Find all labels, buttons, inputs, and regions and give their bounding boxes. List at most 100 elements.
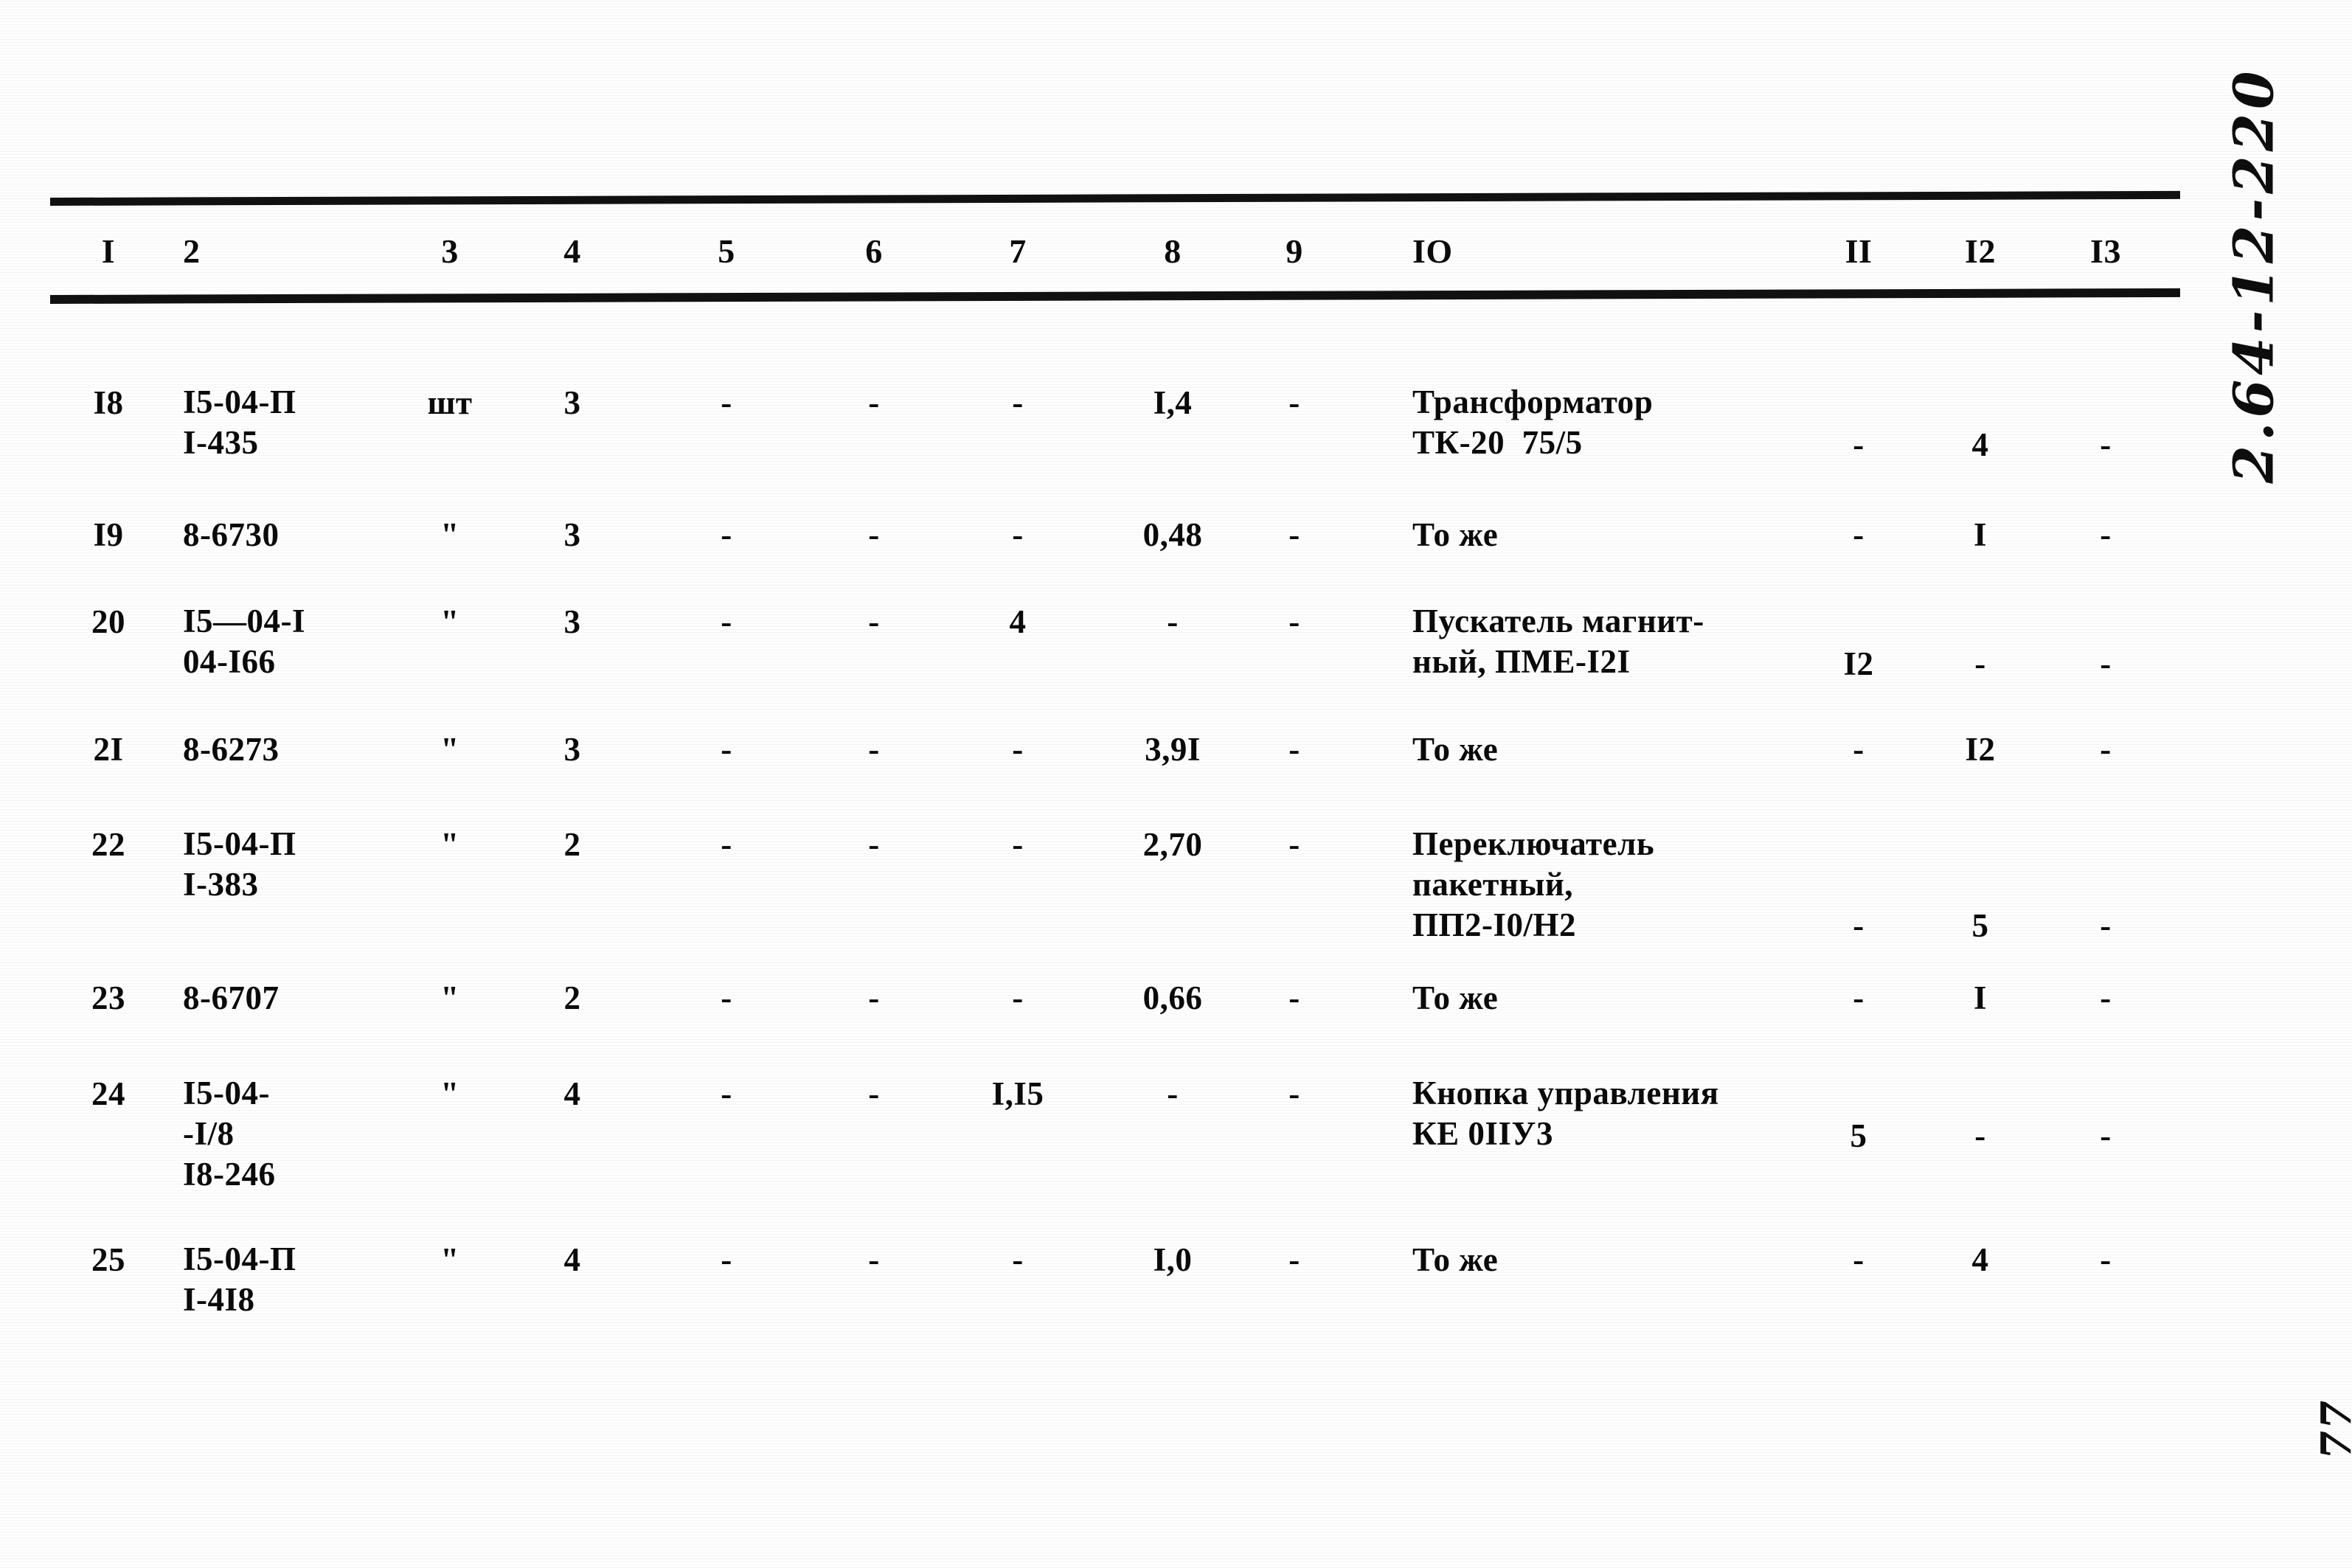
value-column-7: - [1012, 826, 1024, 863]
value-column-6: - [868, 603, 880, 640]
value-column-8: - [1167, 603, 1179, 640]
value-column-12: I [1973, 979, 1987, 1016]
column-header-8: 8 [1164, 232, 1182, 270]
value-column-12: 5 [1971, 907, 1989, 944]
unit-of-measure: " [440, 1075, 459, 1112]
value-column-12: I2 [1965, 731, 1996, 768]
value-column-8: 2,70 [1142, 826, 1203, 863]
row-number: 24 [91, 1075, 125, 1112]
part-code: 8-6707 [183, 979, 280, 1016]
quantity: 3 [563, 516, 581, 553]
value-column-9: - [1288, 979, 1300, 1016]
value-column-5: - [721, 979, 732, 1016]
handwritten-margin-code: 2.64-12-220 [2222, 66, 2286, 484]
value-column-13: - [2100, 516, 2112, 553]
part-description: Пускатель магнит- ный, ПМЕ-I2I [1412, 603, 1704, 680]
value-column-6: - [868, 384, 880, 421]
column-header-10: IO [1412, 232, 1453, 270]
value-column-6: - [868, 979, 880, 1016]
value-column-7: 4 [1009, 603, 1027, 640]
part-code: 8-6273 [183, 731, 280, 768]
row-number: 22 [91, 826, 125, 863]
value-column-13: - [2100, 979, 2112, 1016]
quantity: 4 [563, 1241, 581, 1278]
value-column-9: - [1288, 384, 1300, 421]
value-column-8: 0,66 [1142, 979, 1203, 1016]
row-number: I9 [93, 516, 124, 553]
column-header-13: I3 [2090, 232, 2121, 270]
value-column-6: - [868, 826, 880, 863]
value-column-6: - [868, 1075, 880, 1112]
unit-of-measure: " [440, 979, 459, 1016]
table-header-separator-rule [49, 288, 2181, 304]
column-header-1: I [101, 232, 116, 270]
value-column-8: 3,9I [1145, 731, 1201, 768]
value-column-6: - [868, 516, 880, 553]
row-number: 2I [93, 731, 124, 768]
value-column-11: - [1853, 907, 1864, 944]
value-column-9: - [1288, 826, 1300, 863]
value-column-12: I [1973, 516, 1987, 553]
unit-of-measure: " [440, 1241, 459, 1278]
column-header-12: I2 [1965, 232, 1996, 270]
unit-of-measure: " [440, 603, 459, 640]
part-code: I5-04-П I-383 [183, 825, 296, 903]
value-column-11: - [1853, 426, 1864, 463]
value-column-5: - [721, 826, 732, 863]
part-description: То же [1412, 516, 1499, 553]
value-column-5: - [721, 516, 732, 553]
value-column-5: - [721, 384, 732, 421]
value-column-11: - [1853, 516, 1864, 553]
value-column-9: - [1288, 603, 1300, 640]
unit-of-measure: " [440, 731, 459, 768]
value-column-12: 4 [1971, 1241, 1989, 1278]
row-number: 23 [91, 979, 125, 1016]
quantity: 4 [563, 1075, 581, 1112]
table-top-rule [49, 190, 2181, 206]
quantity: 3 [563, 384, 581, 421]
value-column-11: - [1853, 731, 1864, 768]
scanned-document-page: I 2 3 4 5 6 7 8 9 IO II I2 I3 I8 I5-04-П… [0, 0, 2352, 1568]
value-column-5: - [721, 1075, 732, 1112]
value-column-9: - [1288, 1075, 1300, 1112]
column-header-3: 3 [441, 232, 459, 270]
quantity: 3 [563, 731, 581, 768]
part-description: То же [1412, 1241, 1499, 1278]
part-code: I5-04-П I-435 [183, 384, 296, 461]
value-column-7: - [1012, 1241, 1024, 1278]
part-description: То же [1412, 731, 1499, 768]
quantity: 3 [563, 603, 581, 640]
value-column-12: - [1974, 1117, 1986, 1154]
value-column-13: - [2100, 426, 2112, 463]
value-column-5: - [721, 603, 732, 640]
quantity: 2 [563, 826, 581, 863]
page-number: 77 [2312, 1399, 2352, 1460]
value-column-9: - [1288, 516, 1300, 553]
value-column-5: - [721, 1241, 732, 1278]
value-column-12: 4 [1971, 426, 1989, 463]
value-column-7: - [1012, 731, 1024, 768]
value-column-11: - [1853, 979, 1864, 1016]
value-column-8: I,0 [1153, 1241, 1193, 1278]
value-column-8: 0,48 [1142, 516, 1203, 553]
value-column-9: - [1288, 731, 1300, 768]
quantity: 2 [563, 979, 581, 1016]
value-column-7: I,I5 [991, 1075, 1044, 1112]
value-column-6: - [868, 731, 880, 768]
value-column-13: - [2100, 645, 2112, 682]
value-column-13: - [2100, 1241, 2112, 1278]
value-column-11: I2 [1843, 645, 1874, 682]
part-code: I5-04- -I/8 I8-246 [183, 1075, 276, 1193]
unit-of-measure: " [440, 826, 459, 863]
column-header-11: II [1845, 232, 1873, 270]
part-description: Трансформатор ТК-20 75/5 [1412, 384, 1654, 461]
value-column-7: - [1012, 979, 1024, 1016]
value-column-11: - [1853, 1241, 1864, 1278]
value-column-5: - [721, 731, 732, 768]
value-column-8: I,4 [1153, 384, 1193, 421]
value-column-9: - [1288, 1241, 1300, 1278]
unit-of-measure: " [440, 516, 459, 553]
unit-of-measure: шт [427, 384, 473, 421]
value-column-8: - [1167, 1075, 1179, 1112]
part-code: I5-04-П I-4I8 [183, 1241, 296, 1318]
